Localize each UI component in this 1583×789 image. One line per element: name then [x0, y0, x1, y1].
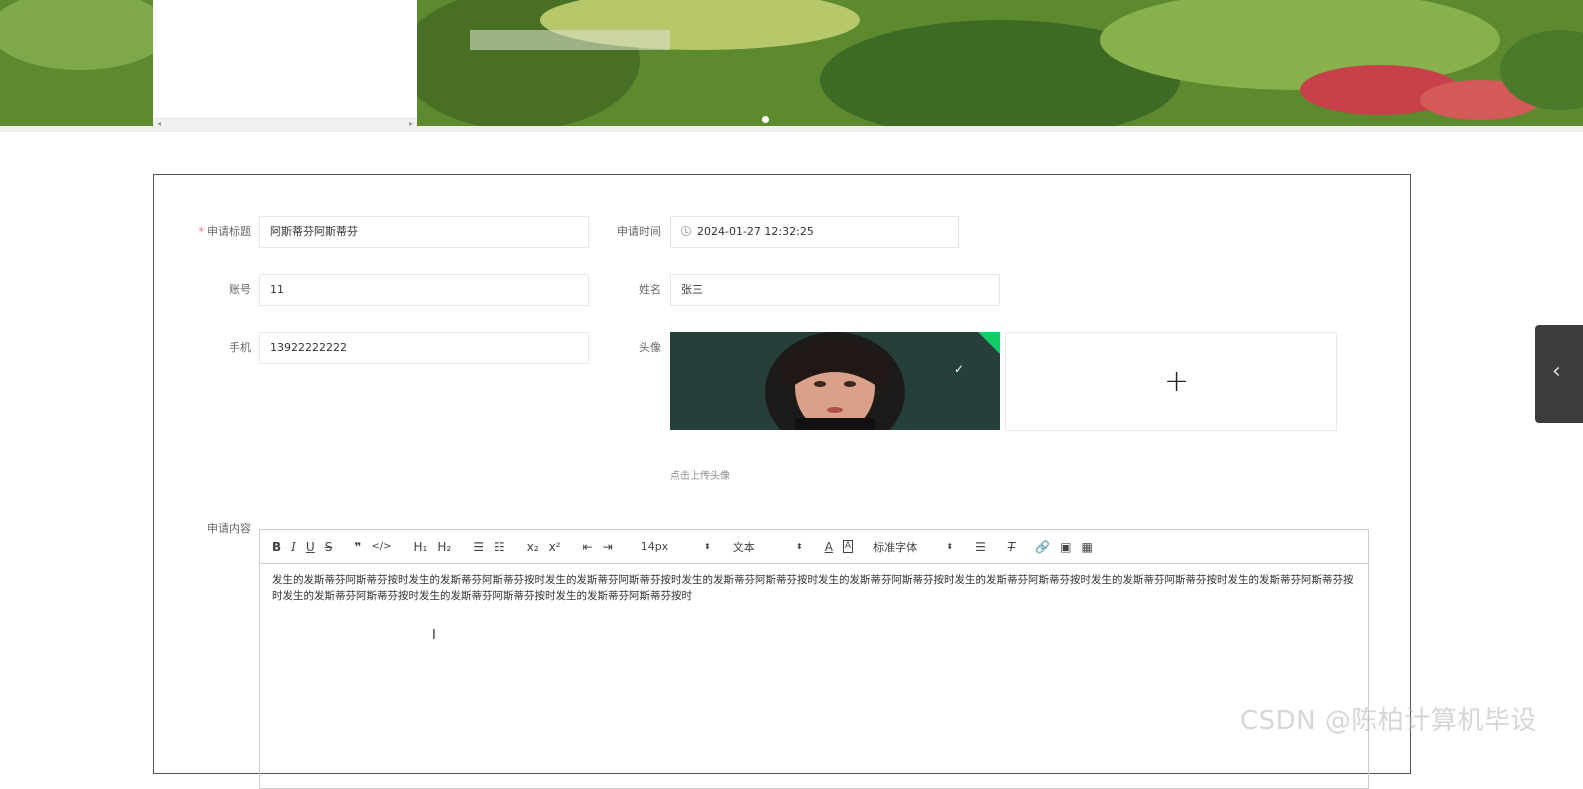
clock-icon [681, 226, 691, 236]
outdent-icon[interactable]: ⇤ [583, 539, 593, 555]
banner-blank-panel [153, 0, 417, 126]
bold-icon[interactable]: B [272, 539, 281, 555]
title-label-text: 申请标题 [207, 225, 251, 238]
font-family-select[interactable]: 标准字体 ⬍ [873, 539, 953, 555]
watermark: CSDN @陈柏计算机毕设 [1240, 706, 1537, 736]
indent-icon[interactable]: ⇥ [603, 539, 613, 555]
font-color-icon[interactable]: A [825, 539, 833, 555]
background-color-icon[interactable]: A [842, 540, 854, 553]
image-icon[interactable]: ▣ [1060, 539, 1071, 555]
phone-input[interactable]: 13922222222 [259, 332, 589, 364]
banner-divider [0, 126, 1583, 132]
editor-toolbar: B I U S ❞ </> H₁ H₂ ☰ ☷ x₂ x² ⇤ ⇥ 14px ⬍ … [260, 530, 1368, 564]
rich-text-editor[interactable]: B I U S ❞ </> H₁ H₂ ☰ ☷ x₂ x² ⇤ ⇥ 14px ⬍ … [259, 529, 1369, 789]
select-caret-icon: ⬍ [946, 542, 954, 551]
underline-icon[interactable]: U [306, 539, 315, 555]
title-input[interactable]: 阿斯蒂芬阿斯蒂芬 [259, 216, 589, 248]
superscript-icon[interactable]: x² [549, 539, 561, 555]
upload-success-corner [978, 332, 1000, 354]
account-input[interactable]: 11 [259, 274, 589, 306]
text-style-value: 文本 [732, 540, 755, 554]
blockquote-icon[interactable]: ❞ [354, 539, 361, 555]
ordered-list-icon[interactable]: ☰ [473, 539, 484, 555]
select-caret-icon: ⬍ [796, 542, 803, 551]
code-block-icon[interactable]: </> [371, 539, 391, 555]
scroll-right-icon[interactable]: ▸ [409, 119, 413, 126]
text-cursor-icon: I [432, 628, 436, 643]
carousel-indicators[interactable] [762, 116, 769, 123]
select-caret-icon: ⬍ [704, 542, 711, 551]
application-form: * 申请标题 阿斯蒂芬阿斯蒂芬 申请时间 2024-01-27 12:32:25 … [153, 174, 1411, 789]
name-input[interactable]: 张三 [670, 274, 1000, 306]
avatar-thumbnail[interactable]: ✓ [670, 332, 1000, 430]
chevron-left-icon: ‹ [1552, 359, 1561, 384]
text-style-select[interactable]: 文本 ⬍ [733, 539, 803, 555]
video-icon[interactable]: ▦ [1082, 539, 1093, 555]
header2-icon[interactable]: H₂ [437, 539, 451, 555]
horizontal-scrollbar[interactable]: ◂ ▸ [153, 118, 417, 126]
upload-tip: 点击上传头像 [670, 471, 730, 482]
avatar-image [670, 332, 1000, 430]
check-icon: ✓ [953, 362, 964, 376]
font-size-select[interactable]: 14px ⬍ [641, 540, 711, 553]
avatar-upload-button[interactable]: + [1005, 332, 1337, 431]
banner-carousel[interactable]: ◂ ▸ [0, 0, 1583, 126]
font-family-value: 标准字体 [873, 540, 918, 554]
avatar-label: 头像 [639, 341, 661, 354]
link-icon[interactable]: 🔗 [1035, 539, 1050, 555]
clear-format-icon[interactable]: T̶ [1008, 539, 1015, 555]
strikethrough-icon[interactable]: S [325, 539, 333, 555]
italic-icon[interactable]: I [291, 539, 296, 555]
editor-content[interactable]: 发生的发斯蒂芬阿斯蒂芬按时发生的发斯蒂芬阿斯蒂芬按时发生的发斯蒂芬阿斯蒂芬按时发… [260, 564, 1368, 612]
font-size-value: 14px [640, 540, 669, 553]
title-label: * 申请标题 [161, 216, 252, 248]
bullet-list-icon[interactable]: ☷ [494, 539, 505, 555]
carousel-dot[interactable] [762, 116, 769, 123]
align-icon[interactable]: ☰ [975, 539, 986, 555]
time-value: 2024-01-27 12:32:25 [697, 225, 814, 238]
time-label: 申请时间 [617, 225, 661, 238]
time-input[interactable]: 2024-01-27 12:32:25 [670, 216, 959, 248]
side-panel-toggle[interactable]: ‹ [1535, 325, 1583, 423]
name-label: 姓名 [639, 283, 661, 296]
account-label: 账号 [229, 283, 251, 296]
phone-label: 手机 [229, 341, 251, 354]
required-mark: * [198, 225, 205, 238]
subscript-icon[interactable]: x₂ [527, 539, 539, 555]
content-label: 申请内容 [207, 522, 251, 535]
header1-icon[interactable]: H₁ [414, 539, 428, 555]
plus-icon: + [1164, 364, 1190, 399]
scroll-left-icon[interactable]: ◂ [157, 119, 161, 126]
